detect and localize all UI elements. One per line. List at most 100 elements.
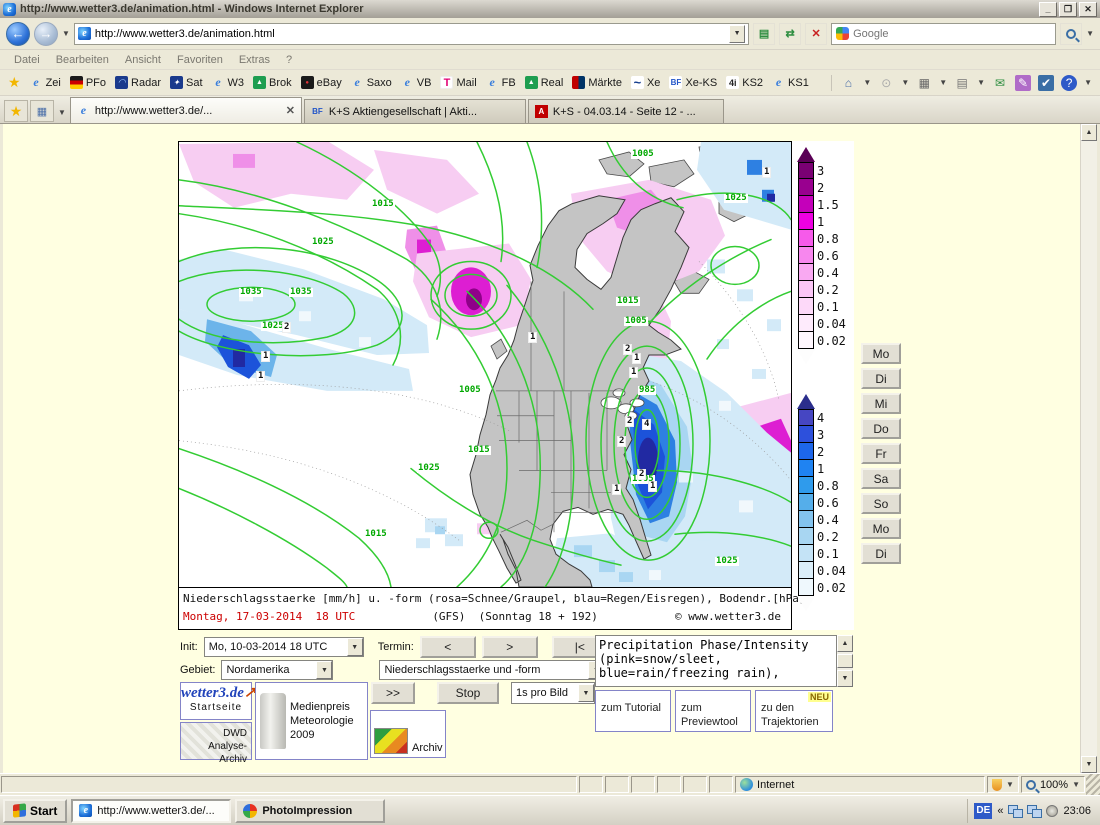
gebiet-select[interactable]: Nordamerika ▼	[221, 660, 333, 680]
favorites-bar-item[interactable]: Radar	[115, 76, 161, 89]
start-button[interactable]: Start	[3, 799, 67, 823]
refresh-button[interactable]: ⇄	[779, 23, 801, 45]
init-select[interactable]: Mo, 10-03-2014 18 UTC ▼	[204, 637, 364, 657]
favorites-bar-item[interactable]: Brok	[253, 76, 292, 89]
home-icon[interactable]: ⌂	[840, 75, 856, 91]
menu-item[interactable]: Ansicht	[125, 54, 161, 66]
page-menu-icon[interactable]: ▤	[954, 75, 970, 91]
stop-button[interactable]: Stop	[437, 682, 499, 704]
network-icon[interactable]	[1008, 805, 1022, 817]
url-dropdown[interactable]: ▼	[729, 25, 745, 43]
restore-button[interactable]: ❐	[1059, 2, 1077, 17]
save-icon[interactable]: ✎	[1015, 75, 1031, 91]
url-input[interactable]	[95, 28, 725, 40]
favorites-bar-item[interactable]: FB	[486, 76, 516, 89]
favorites-bar-item[interactable]: KS2	[726, 76, 763, 89]
help-icon[interactable]: ?	[1061, 75, 1077, 91]
safety-check-icon[interactable]: ✔	[1038, 75, 1054, 91]
favorites-bar-item[interactable]: Xe	[631, 76, 660, 89]
day-button[interactable]: Mi	[861, 393, 901, 414]
day-button[interactable]: Do	[861, 418, 901, 439]
favorites-bar-item[interactable]: VB	[401, 76, 432, 89]
scroll-down-icon[interactable]: ▼	[1081, 756, 1097, 773]
previewtool-link[interactable]: zum Previewtool	[675, 690, 751, 732]
day-button[interactable]: Fr	[861, 443, 901, 464]
feeds-icon[interactable]: ⊙	[878, 75, 894, 91]
favorites-bar-item[interactable]: PFo	[70, 76, 106, 89]
day-button[interactable]: Di	[861, 368, 901, 389]
tab-wetter3[interactable]: e http://www.wetter3.de/... ✕	[70, 97, 302, 123]
tab-list-dropdown[interactable]: ▼	[58, 108, 66, 117]
termin-prev-button[interactable]: <	[420, 636, 476, 658]
favorites-bar-item[interactable]: Zei	[30, 76, 61, 89]
scale-label: 0.04	[817, 564, 846, 578]
trajectories-link[interactable]: NEU zu den Trajektorien	[755, 690, 833, 732]
favorites-bar-item[interactable]: Sat	[170, 76, 203, 89]
medienpreis-box[interactable]: Medienpreis Meteorologie 2009	[255, 682, 368, 760]
scroll-thumb[interactable]	[837, 654, 853, 668]
textarea-scrollbar[interactable]: ▲ ▼	[837, 635, 853, 687]
menu-item[interactable]: Bearbeiten	[56, 54, 109, 66]
zoom-pane[interactable]: 100% ▼	[1021, 776, 1085, 793]
scroll-up-icon[interactable]: ▲	[837, 635, 853, 652]
history-dropdown[interactable]: ▼	[62, 29, 70, 38]
network-icon[interactable]	[1027, 805, 1041, 817]
resize-grip[interactable]	[1086, 774, 1100, 795]
menu-item[interactable]: Favoriten	[177, 54, 223, 66]
play-button[interactable]: >>	[371, 682, 415, 704]
termin-next-button[interactable]: >	[482, 636, 538, 658]
tab-close-icon[interactable]: ✕	[286, 104, 295, 117]
scroll-up-icon[interactable]: ▲	[1081, 124, 1097, 141]
day-button[interactable]: So	[861, 493, 901, 514]
forward-button[interactable]: →	[34, 22, 58, 46]
day-button[interactable]: Di	[861, 543, 901, 564]
favorites-bar-item[interactable]: eBay	[301, 76, 342, 89]
favorites-bar-item[interactable]: W3	[212, 76, 245, 89]
search-input[interactable]	[853, 28, 1051, 40]
tutorial-link[interactable]: zum Tutorial	[595, 690, 671, 732]
back-button[interactable]: ←	[6, 22, 30, 46]
scheduler-icon[interactable]	[1046, 805, 1058, 817]
favorites-bar-item[interactable]: KS1	[772, 76, 809, 89]
close-button[interactable]: ✕	[1079, 2, 1097, 17]
minimize-button[interactable]: _	[1039, 2, 1057, 17]
tab-ks-pdf[interactable]: A K+S - 04.03.14 - Seite 12 - ...	[528, 99, 724, 123]
stop-button[interactable]: ✕	[805, 23, 827, 45]
favorites-bar-item[interactable]: Real	[525, 76, 564, 89]
wetter3-home-link[interactable]: wetter3.de↗ Startseite	[180, 682, 252, 720]
favorites-bar-item[interactable]: Mail	[440, 76, 476, 89]
add-favorite-star-icon[interactable]: ★	[8, 74, 21, 91]
tray-collapse-chevron[interactable]: «	[997, 805, 1003, 817]
language-indicator[interactable]: DE	[974, 803, 992, 819]
page-scrollbar[interactable]: ▲ ▼	[1080, 124, 1097, 773]
dwd-archive-link[interactable]: DWD Analyse-Archiv	[180, 722, 252, 760]
day-button[interactable]: Mo	[861, 343, 901, 364]
quick-tabs-icon[interactable]: ▦	[30, 100, 54, 122]
archiv-link[interactable]: Archiv	[370, 710, 446, 758]
search-button[interactable]	[1060, 23, 1082, 45]
speed-select[interactable]: 1s pro Bild ▼	[511, 682, 595, 704]
scroll-down-icon[interactable]: ▼	[837, 670, 853, 687]
menu-item[interactable]: Datei	[14, 54, 40, 66]
menu-item[interactable]: ?	[286, 54, 292, 66]
taskbar-item-wetter3[interactable]: e http://www.wetter3.de/...	[71, 799, 231, 823]
favorites-center-button[interactable]: ★	[4, 100, 28, 122]
layer-select[interactable]: Niederschlagsstaerke und -form ▼	[379, 660, 605, 680]
tab-ks-aktiengesellschaft[interactable]: BF K+S Aktiengesellschaft | Akti...	[304, 99, 526, 123]
favorites-bar-item[interactable]: Saxo	[351, 76, 392, 89]
info-textarea[interactable]: Precipitation Phase/Intensity (pink=snow…	[595, 635, 837, 687]
scale-label: 0.6	[817, 249, 839, 263]
compatibility-icon[interactable]: ▤	[753, 23, 775, 45]
day-button[interactable]: Sa	[861, 468, 901, 489]
protected-mode-pane[interactable]: ▼	[987, 776, 1019, 793]
search-dropdown[interactable]: ▼	[1086, 29, 1094, 38]
printer-icon[interactable]: ▦	[916, 75, 932, 91]
menu-item[interactable]: Extras	[239, 54, 270, 66]
day-button[interactable]: Mo	[861, 518, 901, 539]
share-icon[interactable]: ✉	[992, 75, 1008, 91]
precip-label: 1	[632, 353, 641, 364]
animation-controls: >> Stop 1s pro Bild ▼	[371, 682, 595, 704]
favorites-bar-item[interactable]: Märkte	[572, 76, 622, 89]
favorites-bar-item[interactable]: Xe-KS	[669, 76, 717, 89]
taskbar-item-photoimpression[interactable]: PhotoImpression	[235, 799, 385, 823]
